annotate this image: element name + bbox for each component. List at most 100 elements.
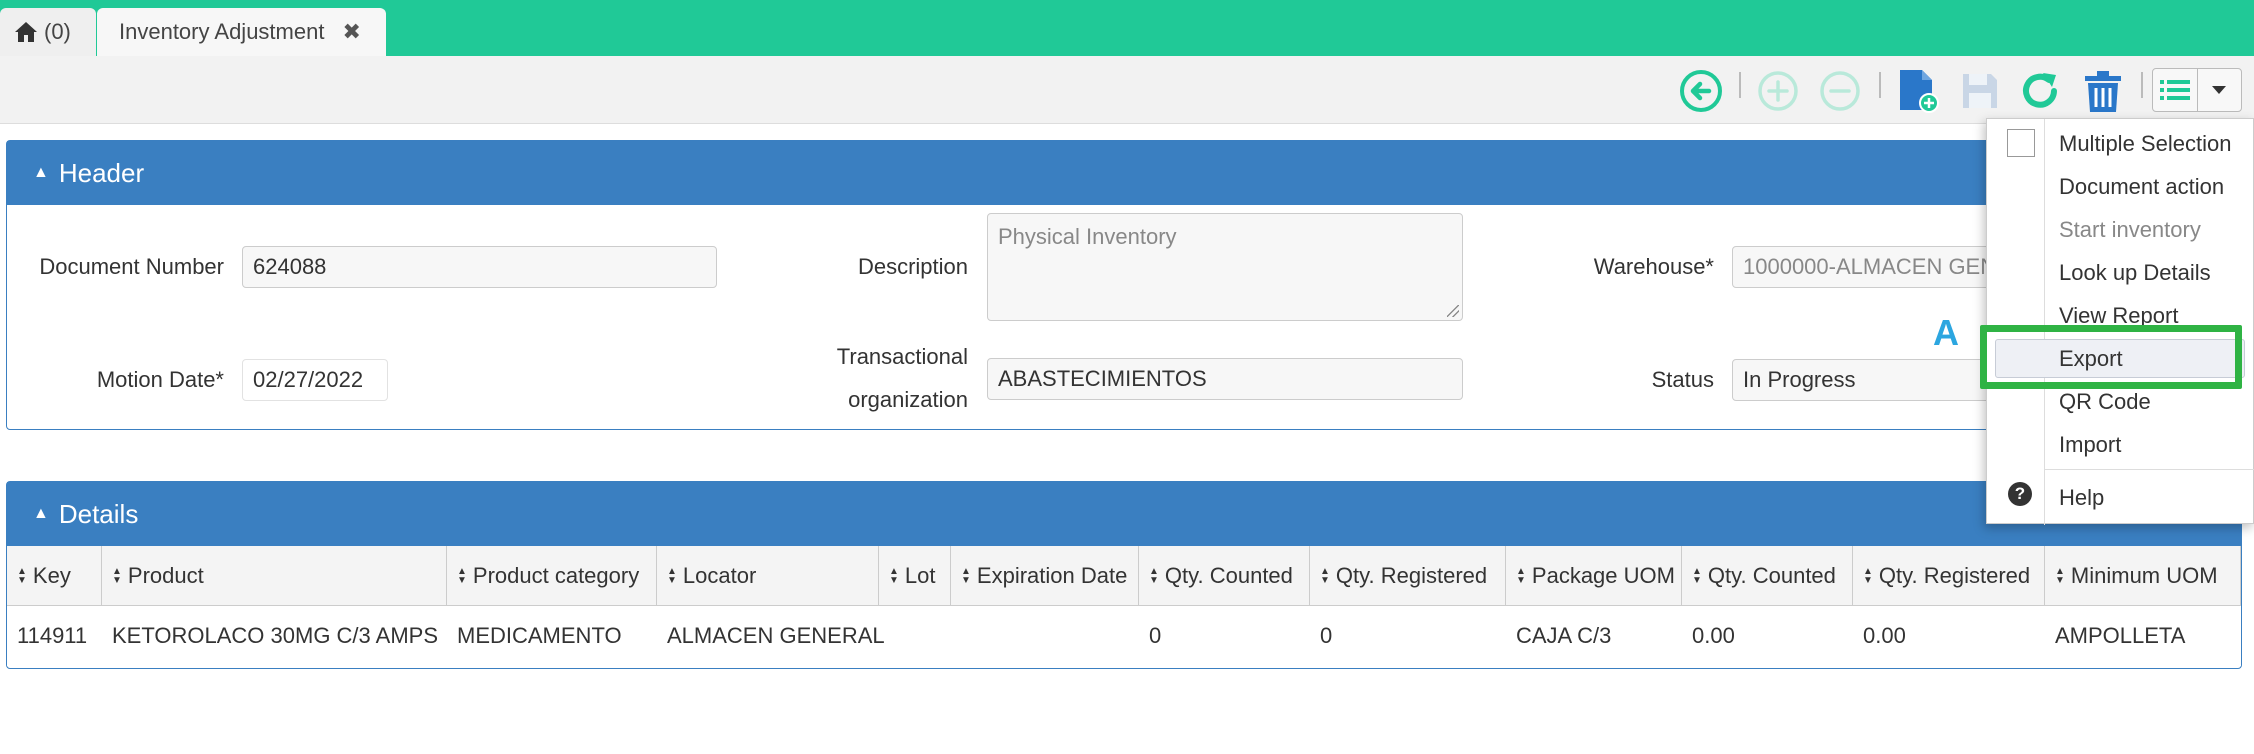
menu-item-label: Help xyxy=(2059,485,2105,510)
menu-item-label: Import xyxy=(2059,432,2122,457)
column-header-label: Product xyxy=(127,563,204,588)
dropdown-toggle[interactable] xyxy=(2196,69,2242,111)
table-cell: 0.00 xyxy=(1692,623,1735,648)
save-button[interactable] xyxy=(1957,68,2003,114)
table-cell: 0.00 xyxy=(1863,623,1906,648)
menu-item-import[interactable]: Import xyxy=(1987,423,2254,466)
table-cell: AMPOLLETA xyxy=(2055,623,2186,648)
sort-icon: ▲ ▼ xyxy=(2055,566,2065,586)
menu-item-look-up-details[interactable]: Look up Details xyxy=(1987,251,2254,294)
column-header-label: Minimum UOM xyxy=(2070,563,2218,588)
column-header[interactable]: ▲ ▼ Minimum UOM xyxy=(2045,546,2241,606)
menu-item-view-report[interactable]: View Report xyxy=(1987,294,2254,337)
column-header-label: Lot xyxy=(904,563,936,588)
column-header-label: Qty. Counted xyxy=(1164,563,1293,588)
table-header: ▲ ▼ Key ▲ ▼ Product ▲ ▼ Product category ▲ ▼ Locato… xyxy=(7,546,2241,606)
motion-date-field[interactable]: 02/27/2022 xyxy=(242,359,388,401)
column-header-label: Expiration Date xyxy=(976,563,1128,588)
transactional-organization-field[interactable]: ABASTECIMIENTOS xyxy=(987,358,1463,400)
column-header[interactable]: ▲ ▼ Lot xyxy=(879,546,951,606)
back-button[interactable] xyxy=(1678,68,1724,114)
header-panel-title[interactable]: ▲ Header xyxy=(7,141,2241,205)
table-cell: MEDICAMENTO xyxy=(457,623,622,648)
column-header-label: Package UOM xyxy=(1531,563,1675,588)
table-cell: CAJA C/3 xyxy=(1516,623,1612,648)
new-document-button[interactable] xyxy=(1895,68,1941,114)
sort-icon: ▲ ▼ xyxy=(1320,566,1330,586)
sort-icon: ▲ ▼ xyxy=(889,566,899,586)
column-header[interactable]: ▲ ▼ Qty. Counted xyxy=(1682,546,1853,606)
column-header[interactable]: ▲ ▼ Qty. Registered xyxy=(1310,546,1506,606)
panel-title: Header xyxy=(58,157,145,188)
tab-inventory-adjustment[interactable]: Inventory Adjustment ✖ xyxy=(97,8,386,56)
multiple-selection-checkbox[interactable] xyxy=(2007,129,2035,157)
table-cell: 0 xyxy=(1320,623,1333,648)
resize-grip[interactable] xyxy=(1447,305,1459,317)
app-window: (0) Inventory Adjustment ✖ ▲ Header Docu… xyxy=(0,0,2254,754)
list-icon xyxy=(2159,80,2190,100)
document-number-field[interactable]: 624088 xyxy=(242,246,717,288)
add-circle-icon xyxy=(1758,71,1798,111)
table-cell: KETOROLACO 30MG C/3 AMPS xyxy=(112,623,439,648)
save-icon xyxy=(1963,74,1997,108)
menu-item-label: QR Code xyxy=(2059,389,2151,414)
column-header[interactable]: ▲ ▼ Package UOM xyxy=(1506,546,1682,606)
transactional-label-line2: organization xyxy=(848,387,968,412)
toolbar-separator xyxy=(1739,72,1741,98)
sort-icon: ▲ ▼ xyxy=(961,566,971,586)
delete-button[interactable] xyxy=(2080,68,2126,114)
toolbar-separator xyxy=(1879,72,1881,98)
table-cell: 0 xyxy=(1149,623,1162,648)
column-header[interactable]: ▲ ▼ Key xyxy=(7,546,102,606)
column-header[interactable]: ▲ ▼ Qty. Counted xyxy=(1139,546,1310,606)
home-icon xyxy=(15,22,37,42)
list-view-button[interactable] xyxy=(2153,69,2197,111)
description-field[interactable]: Physical Inventory xyxy=(987,213,1463,321)
menu-item-start-inventory[interactable]: Start inventory xyxy=(1987,208,2254,251)
column-header-label: Qty. Registered xyxy=(1335,563,1488,588)
close-icon[interactable]: ✖ xyxy=(342,19,360,45)
collapse-icon: ▲ xyxy=(33,505,49,522)
actions-dropdown-menu: Multiple Selection Document action Start i… xyxy=(1986,118,2254,525)
description-label: Description xyxy=(857,254,968,279)
column-header[interactable]: ▲ ▼ Product category xyxy=(447,546,657,606)
menu-item-document-action[interactable]: Document action xyxy=(1987,165,2254,208)
list-menu-button[interactable] xyxy=(2152,68,2242,112)
menu-item-label: Multiple Selection xyxy=(2059,131,2232,156)
tab-label: Inventory Adjustment xyxy=(119,19,325,44)
collapse-icon: ▲ xyxy=(33,164,49,181)
menu-item-qr-code[interactable]: QR Code xyxy=(1987,380,2254,423)
add-button[interactable] xyxy=(1755,68,1801,114)
column-header-label: Locator xyxy=(682,563,757,588)
transactional-label-line1: Transactional xyxy=(836,344,968,369)
sort-icon: ▲ ▼ xyxy=(17,566,27,586)
column-header[interactable]: ▲ ▼ Qty. Registered xyxy=(1853,546,2045,606)
tab-home[interactable]: (0) xyxy=(0,8,96,56)
sort-icon: ▲ ▼ xyxy=(667,566,677,586)
column-header[interactable]: ▲ ▼ Product xyxy=(102,546,447,606)
menu-item-export[interactable]: Export xyxy=(1987,337,2254,380)
menu-divider xyxy=(2044,469,2254,470)
status-field[interactable]: In Progress xyxy=(1732,359,1992,401)
details-panel-title[interactable]: ▲ Details xyxy=(7,482,2241,546)
column-header-label: Qty. Counted xyxy=(1707,563,1836,588)
table-row[interactable]: 114911 KETOROLACO 30MG C/3 AMPS MEDICAMENT… xyxy=(7,606,2241,666)
help-icon: ? xyxy=(2008,482,2032,506)
menu-item-label: Start inventory xyxy=(2059,217,2201,242)
column-header[interactable]: ▲ ▼ Locator xyxy=(657,546,879,606)
new-document-icon xyxy=(1900,70,1939,113)
details-panel: ▲ Details ▲ ▼ Key ▲ ▼ Product ▲ ▼ Product catego… xyxy=(6,481,2242,669)
remove-button[interactable] xyxy=(1817,68,1863,114)
caret-down-icon xyxy=(2212,86,2227,94)
warehouse-field[interactable]: 1000000-ALMACEN GENERAL xyxy=(1732,246,1992,288)
column-header[interactable]: ▲ ▼ Expiration Date xyxy=(951,546,1139,606)
column-header-label: Key xyxy=(32,563,71,588)
table-cell: ALMACEN GENERAL xyxy=(667,623,885,648)
refresh-button[interactable] xyxy=(2017,68,2063,114)
document-number-label: Document Number xyxy=(39,254,224,279)
status-label: Status xyxy=(1651,367,1714,392)
sort-icon: ▲ ▼ xyxy=(1516,566,1526,586)
menu-item-label: View Report xyxy=(2059,303,2179,328)
menu-item-label: Export xyxy=(2059,346,2123,371)
motion-date-label: Motion Date* xyxy=(96,367,224,392)
